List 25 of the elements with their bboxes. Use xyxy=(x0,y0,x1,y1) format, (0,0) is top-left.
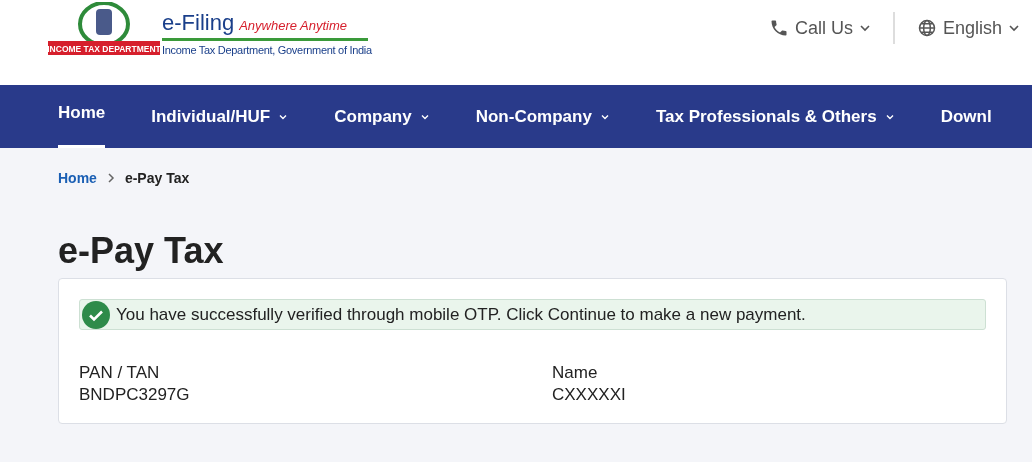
page-title: e-Pay Tax xyxy=(58,230,225,272)
nav-tab[interactable]: Individual/HUF xyxy=(151,85,289,148)
globe-icon xyxy=(916,18,937,38)
check-circle-icon xyxy=(82,300,110,329)
emblem-logo: INCOME TAX DEPARTMENT xyxy=(48,2,160,62)
call-us-button[interactable]: Call Us xyxy=(768,17,871,39)
logo-tagline: Anywhere Anytime xyxy=(239,18,348,33)
field-label: Name xyxy=(552,363,599,383)
nav-tab[interactable]: Non-Company xyxy=(475,85,610,148)
chevron-down-icon xyxy=(858,22,871,34)
nav-tab[interactable]: Downl xyxy=(940,85,992,148)
field-label: PAN / TAN xyxy=(79,363,161,383)
nav-tab[interactable]: Company xyxy=(334,85,430,148)
alert-message: You have successfully verified through mobile OTP. Click Continue to make a new payment. xyxy=(116,304,806,325)
chevron-right-icon xyxy=(106,173,115,183)
nav-tab[interactable]: Tax Professionals & Others xyxy=(655,85,895,148)
field-value: CXXXXXI xyxy=(552,385,627,405)
language-button[interactable]: English xyxy=(916,17,1020,39)
nav-tab[interactable]: Home xyxy=(58,85,106,148)
logo-title: e-Filing xyxy=(162,10,235,36)
field-value: BNDPC3297G xyxy=(79,385,191,405)
logo-subtitle: Income Tax Department, Government of India xyxy=(162,44,372,56)
chevron-down-icon xyxy=(1008,22,1020,34)
breadcrumb-current: e-Pay Tax xyxy=(124,170,190,186)
breadcrumb-link[interactable]: Home xyxy=(58,170,97,186)
